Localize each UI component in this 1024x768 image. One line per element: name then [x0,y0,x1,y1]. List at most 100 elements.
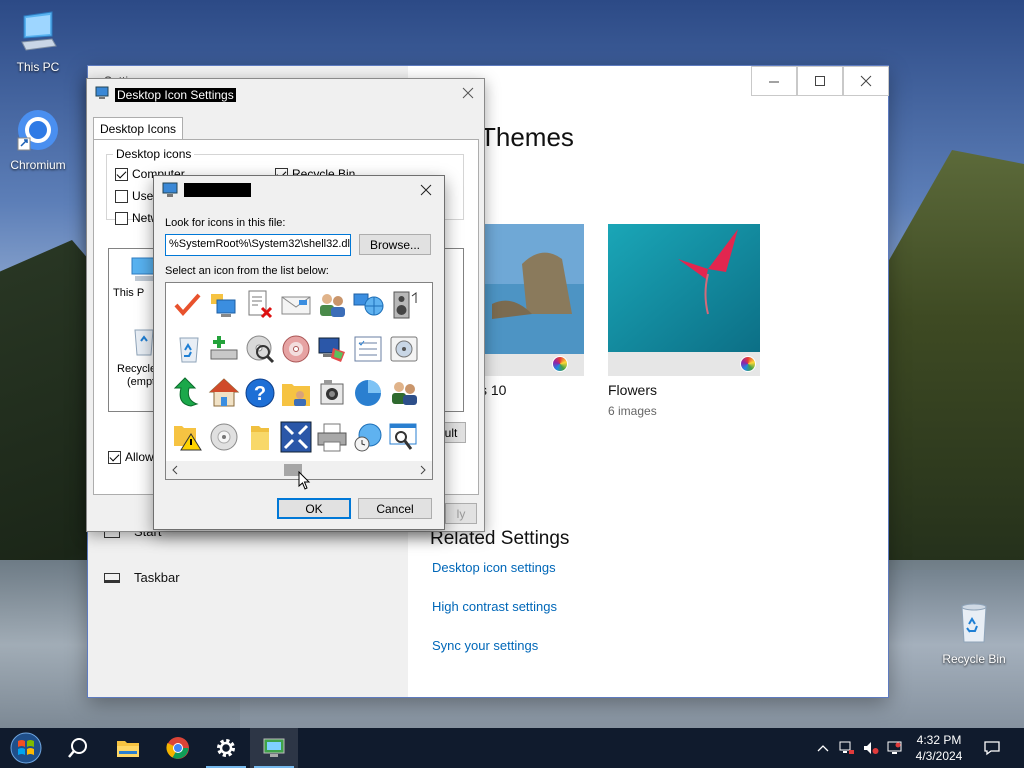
close-button[interactable] [843,66,889,96]
display-settings-icon [263,738,285,757]
checkmark-icon[interactable] [170,287,206,323]
taskbar-desktop-icon-settings[interactable] [250,728,298,768]
disc-icon[interactable] [278,331,314,367]
partial-icon[interactable] [422,287,432,323]
mail-envelope-icon[interactable] [278,287,314,323]
link-sync-settings[interactable]: Sync your settings [432,638,538,653]
computer-color-icon[interactable] [314,331,350,367]
partial-icon[interactable] [422,375,432,411]
recycle-full-icon[interactable] [170,331,206,367]
people-icon[interactable] [386,375,422,411]
link-high-contrast-settings[interactable]: High contrast settings [432,599,557,614]
fullscreen-icon[interactable] [278,419,314,455]
camera-icon[interactable] [314,375,350,411]
checkbox-unchecked [115,189,128,203]
sidebar-item-taskbar[interactable]: Taskbar [104,570,180,585]
list-item: Recycle [117,363,157,375]
scroll-left-icon[interactable] [170,465,180,475]
users-icon[interactable] [314,287,350,323]
theme-count-flowers: 6 images [608,404,657,418]
close-icon [462,87,474,99]
apply-button[interactable]: ly [445,503,477,524]
theme-card-flowers[interactable] [608,224,760,376]
volume-tray-icon[interactable] [860,728,882,768]
show-hidden-icons-button[interactable] [812,728,834,768]
clock-globe-icon[interactable] [350,419,386,455]
this-pc-icon [21,11,57,51]
windows-orb-icon [10,732,42,764]
browse-button[interactable]: Browse... [359,234,431,255]
partial-icon[interactable] [422,331,432,367]
notification-icon [984,741,1000,756]
warning-folder-icon[interactable] [170,419,206,455]
taskbar-file-explorer[interactable] [104,728,152,768]
checkbox-unchecked [115,211,128,225]
minimize-button[interactable] [751,66,797,96]
network-globe-icon[interactable] [350,287,386,323]
cd-drive-icon[interactable] [206,419,242,455]
close-icon [420,184,432,196]
desktop-icon-chromium[interactable]: Chromium [0,108,76,172]
theme-color-icon [552,356,568,372]
user-folder-icon[interactable] [278,375,314,411]
file-label: Look for icons in this file: [165,217,286,229]
icon-grid-cells: ? [166,283,432,459]
mouse-cursor-icon [298,471,311,490]
cd-search-icon[interactable] [242,331,278,367]
network-folder-icon[interactable] [206,287,242,323]
checklist-icon[interactable] [350,331,386,367]
ok-button[interactable]: OK [277,498,351,519]
taskbar-settings[interactable] [202,728,250,768]
theme-color-icon [740,356,756,372]
button-label: ly [456,506,466,521]
desktop-icon-recycle-bin[interactable]: Recycle Bin [936,602,1012,666]
disk-cleanup-icon[interactable] [386,331,422,367]
clock-time: 4:32 PM [916,733,962,747]
add-drive-icon[interactable] [206,331,242,367]
link-desktop-icon-settings[interactable]: Desktop icon settings [432,560,556,575]
desktop-icon-this-pc[interactable]: This PC [0,10,76,74]
pie-chart-icon[interactable] [350,375,386,411]
button-label: Browse... [369,237,420,252]
theme-name-flowers: Flowers [608,382,658,398]
folder-icon[interactable] [242,419,278,455]
chromium-icon [17,110,58,151]
tab-desktop-icons[interactable]: Desktop Icons [93,117,184,140]
minimize-icon [769,81,779,83]
search-window-icon[interactable] [386,419,422,455]
svg-text:?: ? [254,383,266,405]
dialog-close-button[interactable] [458,83,478,103]
help-icon[interactable]: ? [242,375,278,411]
scroll-right-icon[interactable] [418,465,428,475]
chevron-up-icon [817,745,829,752]
checkbox-checked [108,450,121,464]
speaker-icon[interactable] [386,287,422,323]
dialog-title-redacted [184,183,251,197]
clock[interactable]: 4:32 PM 4/3/2024 [904,732,974,764]
desktop-icon-label: This PC [16,60,60,74]
icon-grid[interactable]: ? [165,282,433,480]
green-arrow-icon[interactable] [170,375,206,411]
dialog-close-button[interactable] [416,180,436,200]
checkbox-user[interactable]: User [115,189,157,203]
file-path-input[interactable]: %SystemRoot%\System32\shell32.dll [165,234,351,256]
search-icon [68,738,87,758]
taskbar-chrome[interactable] [154,728,202,768]
desktop-icon-label: Chromium [10,158,66,172]
folder-icon [117,741,139,757]
action-center-button[interactable] [980,728,1004,768]
printer-icon[interactable] [314,419,350,455]
partial-icon[interactable] [422,419,432,455]
search-button[interactable] [54,728,102,768]
wallpaper-mountain-right [880,150,1024,570]
start-button[interactable] [2,728,50,768]
network-tray-icon[interactable] [836,728,858,768]
taskbar: 4:32 PM 4/3/2024 [0,728,1024,768]
theme-preview-flowers [608,224,760,376]
cancel-button[interactable]: Cancel [358,498,432,519]
home-icon[interactable] [206,375,242,411]
display-tray-icon[interactable] [884,728,906,768]
desktop-icon-label: Recycle Bin [942,652,1006,666]
maximize-button[interactable] [797,66,843,96]
document-delete-icon[interactable] [242,287,278,323]
